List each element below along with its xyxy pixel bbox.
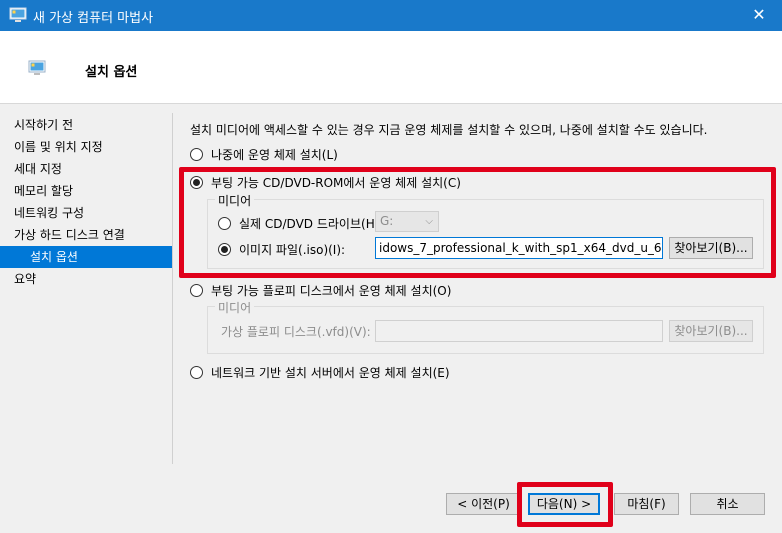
nav-divider: [172, 113, 173, 464]
nav-item-name-location[interactable]: 이름 및 위치 지정: [0, 136, 172, 158]
browse-floppy-button[interactable]: 찾아보기(B)...: [669, 320, 753, 342]
nav-item-installation-options[interactable]: 설치 옵션: [0, 246, 172, 268]
option-install-later-label: 나중에 운영 체제 설치(L): [211, 148, 338, 162]
window-title: 새 가상 컴퓨터 마법사: [33, 11, 154, 26]
radio-physical-drive[interactable]: [218, 217, 231, 230]
nav-item-generation[interactable]: 세대 지정: [0, 158, 172, 180]
option-image-file[interactable]: 이미지 파일(.iso)(I):: [218, 241, 345, 258]
image-file-label: 이미지 파일(.iso)(I):: [239, 243, 346, 257]
option-install-floppy-label: 부팅 가능 플로피 디스크에서 운영 체제 설치(O): [211, 284, 452, 298]
floppy-field-label: 가상 플로피 디스크(.vfd)(V):: [221, 325, 371, 339]
intro-text: 설치 미디어에 액세스할 수 있는 경우 지금 운영 체제를 설치할 수 있으며…: [190, 123, 708, 137]
iso-path-input[interactable]: idows_7_professional_k_with_sp1_x64_dvd_…: [375, 237, 663, 259]
option-install-network[interactable]: 네트워크 기반 설치 서버에서 운영 체제 설치(E): [190, 364, 450, 381]
option-install-cd-label: 부팅 가능 CD/DVD-ROM에서 운영 체제 설치(C): [211, 176, 461, 190]
next-button[interactable]: 다음(N) >: [528, 493, 600, 515]
nav-item-summary[interactable]: 요약: [0, 268, 172, 290]
wizard-steps-nav: 시작하기 전 이름 및 위치 지정 세대 지정 메모리 할당 네트워킹 구성 가…: [0, 114, 172, 290]
nav-item-networking[interactable]: 네트워킹 구성: [0, 202, 172, 224]
previous-button[interactable]: < 이전(P): [446, 493, 521, 515]
finish-button[interactable]: 마침(F): [614, 493, 679, 515]
vm-page-icon: [28, 60, 46, 75]
chevron-down-icon: ⌵: [425, 216, 433, 227]
close-icon[interactable]: ✕: [736, 0, 782, 31]
option-install-cd[interactable]: 부팅 가능 CD/DVD-ROM에서 운영 체제 설치(C): [190, 174, 461, 191]
option-install-network-label: 네트워크 기반 설치 서버에서 운영 체제 설치(E): [211, 366, 450, 380]
page-title: 설치 옵션: [85, 65, 138, 80]
wizard-header: 설치 옵션: [0, 31, 782, 104]
nav-item-memory[interactable]: 메모리 할당: [0, 180, 172, 202]
radio-install-cd[interactable]: [190, 176, 203, 189]
cancel-button[interactable]: 취소: [690, 493, 765, 515]
radio-install-later[interactable]: [190, 148, 203, 161]
nav-item-before-you-begin[interactable]: 시작하기 전: [0, 114, 172, 136]
option-install-later[interactable]: 나중에 운영 체제 설치(L): [190, 146, 338, 163]
radio-install-floppy[interactable]: [190, 284, 203, 297]
drive-select[interactable]: G: ⌵: [375, 211, 439, 232]
radio-install-network[interactable]: [190, 366, 203, 379]
floppy-path-input[interactable]: [375, 320, 663, 342]
option-physical-drive[interactable]: 실제 CD/DVD 드라이브(H):: [218, 215, 383, 232]
option-install-floppy[interactable]: 부팅 가능 플로피 디스크에서 운영 체제 설치(O): [190, 282, 451, 299]
vm-wizard-icon: [9, 7, 27, 22]
drive-select-value: G:: [380, 214, 394, 228]
radio-image-file[interactable]: [218, 243, 231, 256]
nav-item-virtual-hard-disk[interactable]: 가상 하드 디스크 연결: [0, 224, 172, 246]
title-bar: 새 가상 컴퓨터 마법사 ✕: [0, 0, 782, 31]
floppy-media-group-label: 미디어: [215, 299, 255, 316]
cd-media-group-label: 미디어: [215, 192, 255, 209]
physical-drive-label: 실제 CD/DVD 드라이브(H):: [239, 217, 384, 231]
browse-iso-button[interactable]: 찾아보기(B)...: [669, 237, 753, 259]
